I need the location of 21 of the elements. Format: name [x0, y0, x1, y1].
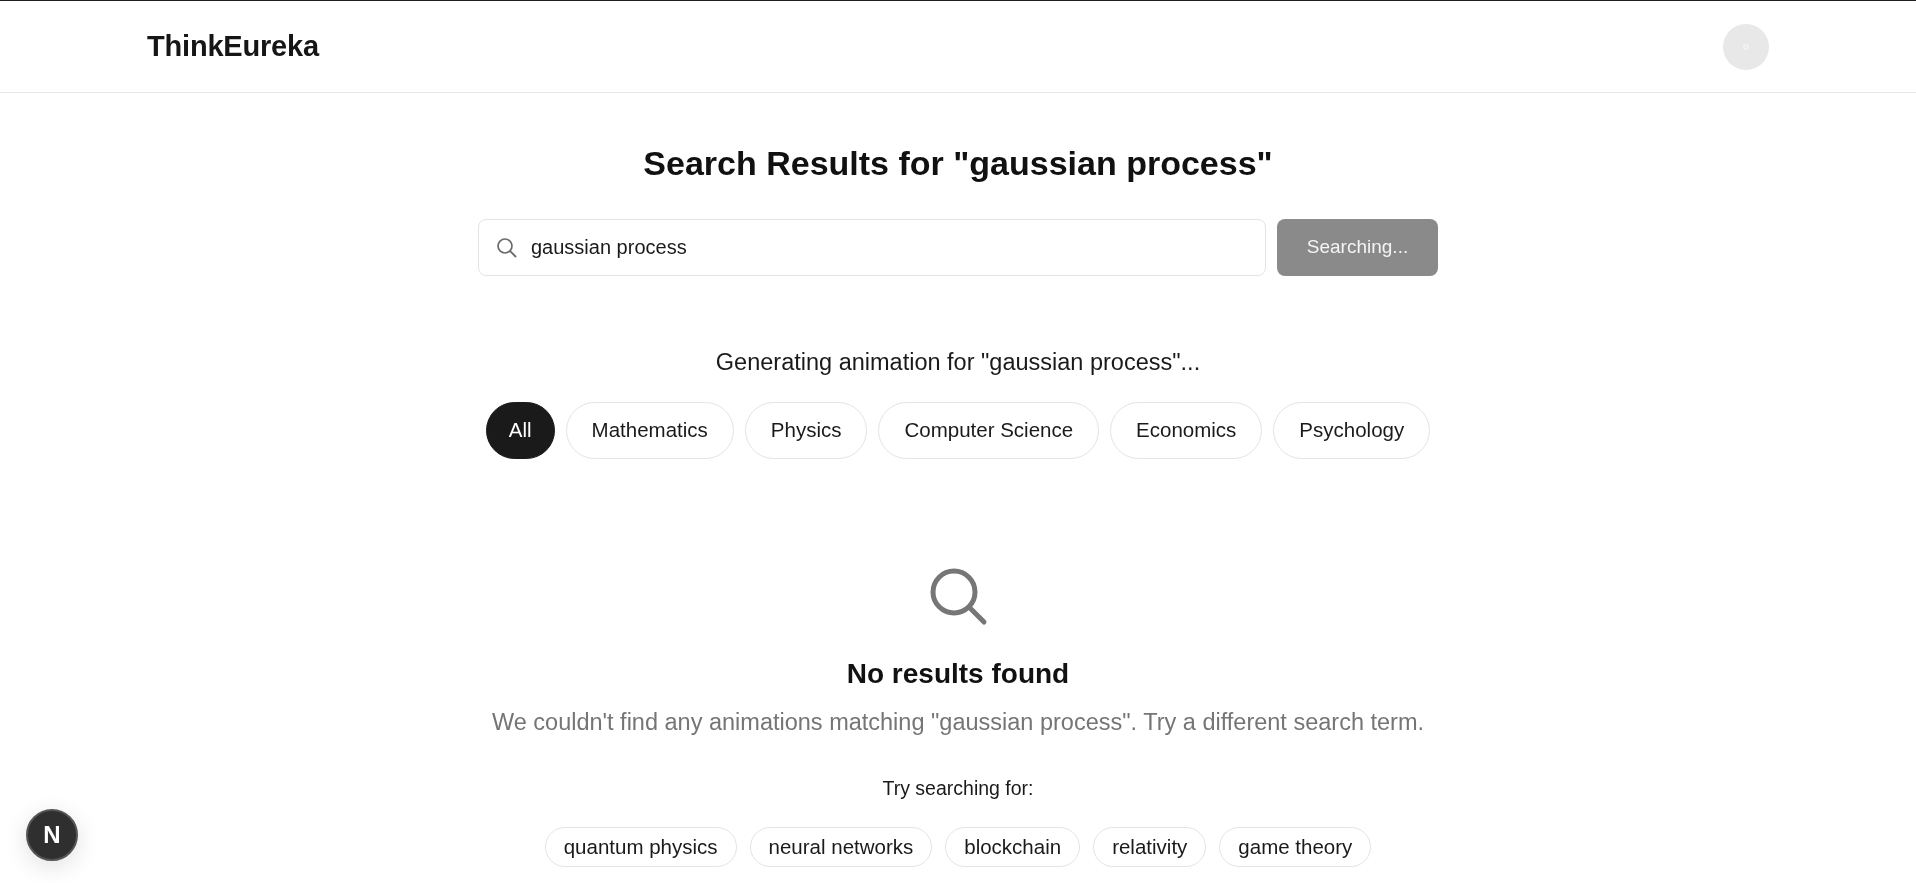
category-tab[interactable]: Economics — [1110, 402, 1263, 459]
page-title: Search Results for "gaussian process" — [643, 143, 1273, 184]
suggestion-chip[interactable]: relativity — [1093, 827, 1207, 867]
empty-state-message: We couldn't find any animations matching "gaussian process". Try a different search term. — [491, 708, 1424, 737]
search-field[interactable]: gaussian process — [478, 219, 1266, 276]
suggestion-chip[interactable]: quantum physics — [544, 827, 737, 867]
category-tab[interactable]: Physics — [744, 402, 868, 459]
category-tab[interactable]: Psychology — [1273, 402, 1431, 459]
suggestion-chip[interactable]: blockchain — [945, 827, 1081, 867]
empty-state-title: No results found — [846, 657, 1070, 691]
search-icon — [928, 566, 988, 626]
dev-tools-button[interactable]: N — [26, 809, 78, 861]
category-tab[interactable]: Computer Science — [878, 402, 1100, 459]
category-tab[interactable]: All — [485, 402, 555, 459]
search-icon — [496, 237, 517, 258]
status-message: Generating animation for "gaussian process"... — [715, 348, 1201, 377]
category-tab[interactable]: Mathematics — [565, 402, 734, 459]
suggestion-chip[interactable]: neural networks — [749, 827, 933, 867]
logo[interactable]: ThinkEureka — [147, 24, 319, 69]
suggestions-heading: Try searching for: — [882, 776, 1034, 800]
suggestion-chip[interactable]: game theory — [1219, 827, 1372, 867]
